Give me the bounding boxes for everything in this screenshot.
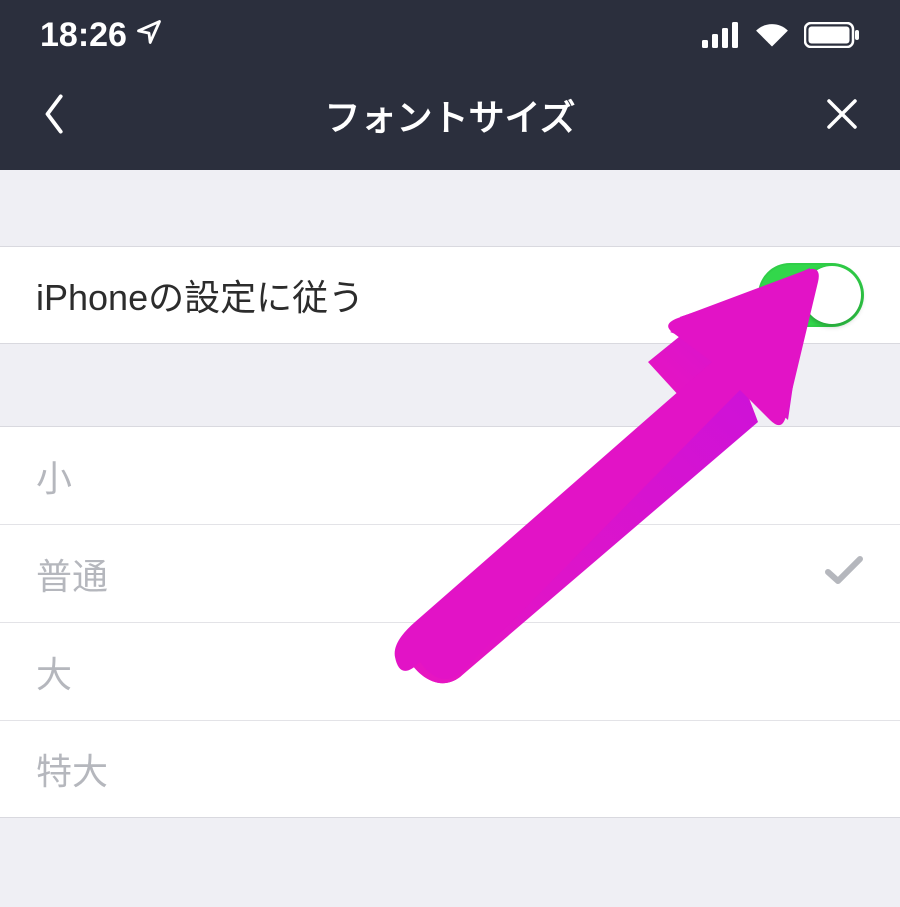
nav-header: フォントサイズ: [0, 70, 900, 170]
font-size-option-xl[interactable]: 特大: [0, 720, 900, 818]
follow-iphone-setting-row[interactable]: iPhoneの設定に従う: [0, 246, 900, 344]
toggle-knob: [803, 266, 861, 324]
option-label: 大: [36, 646, 72, 698]
cellular-icon: [702, 22, 740, 48]
location-icon: [135, 16, 163, 55]
follow-iphone-setting-label: iPhoneの設定に従う: [36, 269, 364, 321]
close-icon: [824, 96, 860, 132]
wifi-icon: [754, 22, 790, 48]
font-size-option-large[interactable]: 大: [0, 622, 900, 720]
follow-iphone-setting-toggle[interactable]: [758, 263, 864, 327]
font-size-option-normal[interactable]: 普通: [0, 524, 900, 622]
status-right: [702, 22, 860, 48]
status-left: 18:26: [40, 16, 163, 55]
font-size-option-small[interactable]: 小: [0, 426, 900, 524]
page-title: フォントサイズ: [0, 89, 900, 141]
status-bar: 18:26: [0, 0, 900, 70]
option-label: 小: [36, 450, 72, 502]
chevron-left-icon: [40, 92, 66, 136]
section-gap: [0, 170, 900, 246]
close-button[interactable]: [814, 86, 870, 145]
section-gap: [0, 344, 900, 426]
option-label: 普通: [36, 548, 108, 600]
option-label: 特大: [36, 743, 108, 795]
checkmark-icon: [824, 553, 864, 595]
back-button[interactable]: [30, 82, 76, 149]
screen: 18:26: [0, 0, 900, 907]
battery-icon: [804, 22, 860, 48]
clock-time: 18:26: [40, 16, 127, 55]
